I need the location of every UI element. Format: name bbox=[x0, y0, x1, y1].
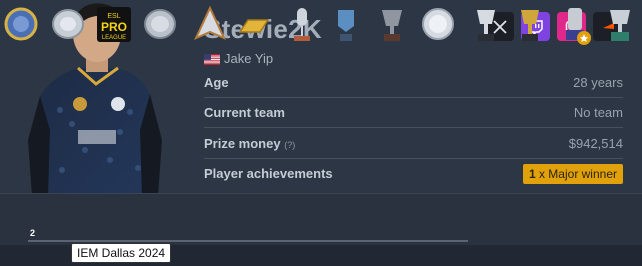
achievements-label: Player achievements bbox=[204, 166, 333, 181]
silver-plate-trophy-icon[interactable] bbox=[140, 4, 180, 46]
prize-money-label: Prize money bbox=[204, 136, 281, 151]
age-value: 28 years bbox=[573, 75, 623, 90]
silver-cup-trophy-icon[interactable] bbox=[466, 4, 506, 46]
dark-cup-trophy-icon[interactable] bbox=[372, 4, 412, 46]
major-winner-badge[interactable]: 1 x Major winner bbox=[522, 163, 623, 184]
cup-with-stand-trophy-icon[interactable] bbox=[600, 4, 640, 46]
divider bbox=[204, 97, 623, 98]
prize-money-row: Prize money (?) $942,514 bbox=[204, 132, 623, 155]
current-team-label: Current team bbox=[204, 105, 285, 120]
age-row: Age 28 years bbox=[204, 71, 623, 94]
trophy-scrollbar[interactable] bbox=[28, 240, 468, 242]
svg-text:ESL: ESL bbox=[107, 13, 120, 20]
svg-text:PRO: PRO bbox=[101, 20, 127, 34]
player-real-name-row: Jake Yip bbox=[204, 51, 273, 66]
silver-plate-trophy-icon[interactable] bbox=[418, 4, 458, 46]
gold-bar-trophy-icon[interactable] bbox=[234, 4, 274, 46]
iem-trophy-icon[interactable] bbox=[556, 4, 596, 46]
trophy-bar bbox=[0, 193, 642, 246]
age-label: Age bbox=[204, 75, 229, 90]
major-text: x Major winner bbox=[538, 166, 617, 181]
svg-text:LEAGUE: LEAGUE bbox=[102, 35, 126, 41]
gold-cup-trophy-icon[interactable] bbox=[510, 4, 550, 46]
current-team-row: Current team No team bbox=[204, 101, 623, 124]
silver-plate-trophy-icon[interactable] bbox=[48, 4, 88, 46]
prize-help-link[interactable]: (?) bbox=[284, 140, 295, 150]
esl-pro-league-trophy-icon[interactable]: ESL PRO LEAGUE bbox=[94, 4, 134, 46]
trophy-count-badge: 2 bbox=[30, 228, 36, 238]
us-flag-icon bbox=[204, 53, 220, 65]
player-real-name: Jake Yip bbox=[224, 51, 274, 66]
microphone-trophy-icon[interactable] bbox=[282, 4, 322, 46]
blue-trophy-icon[interactable] bbox=[326, 4, 366, 46]
achievements-row: Player achievements 1 x Major winner bbox=[204, 162, 623, 185]
trophy-tooltip: IEM Dallas 2024 bbox=[71, 243, 172, 263]
blast-trophy-icon[interactable] bbox=[190, 4, 230, 46]
current-team-value: No team bbox=[573, 105, 623, 120]
prize-money-label-wrap: Prize money (?) bbox=[204, 136, 295, 151]
divider bbox=[204, 127, 623, 128]
major-count: 1 bbox=[528, 166, 536, 181]
divider bbox=[204, 158, 623, 159]
gold-ring-trophy-icon[interactable] bbox=[3, 4, 43, 46]
prize-money-value: $942,514 bbox=[568, 136, 623, 151]
